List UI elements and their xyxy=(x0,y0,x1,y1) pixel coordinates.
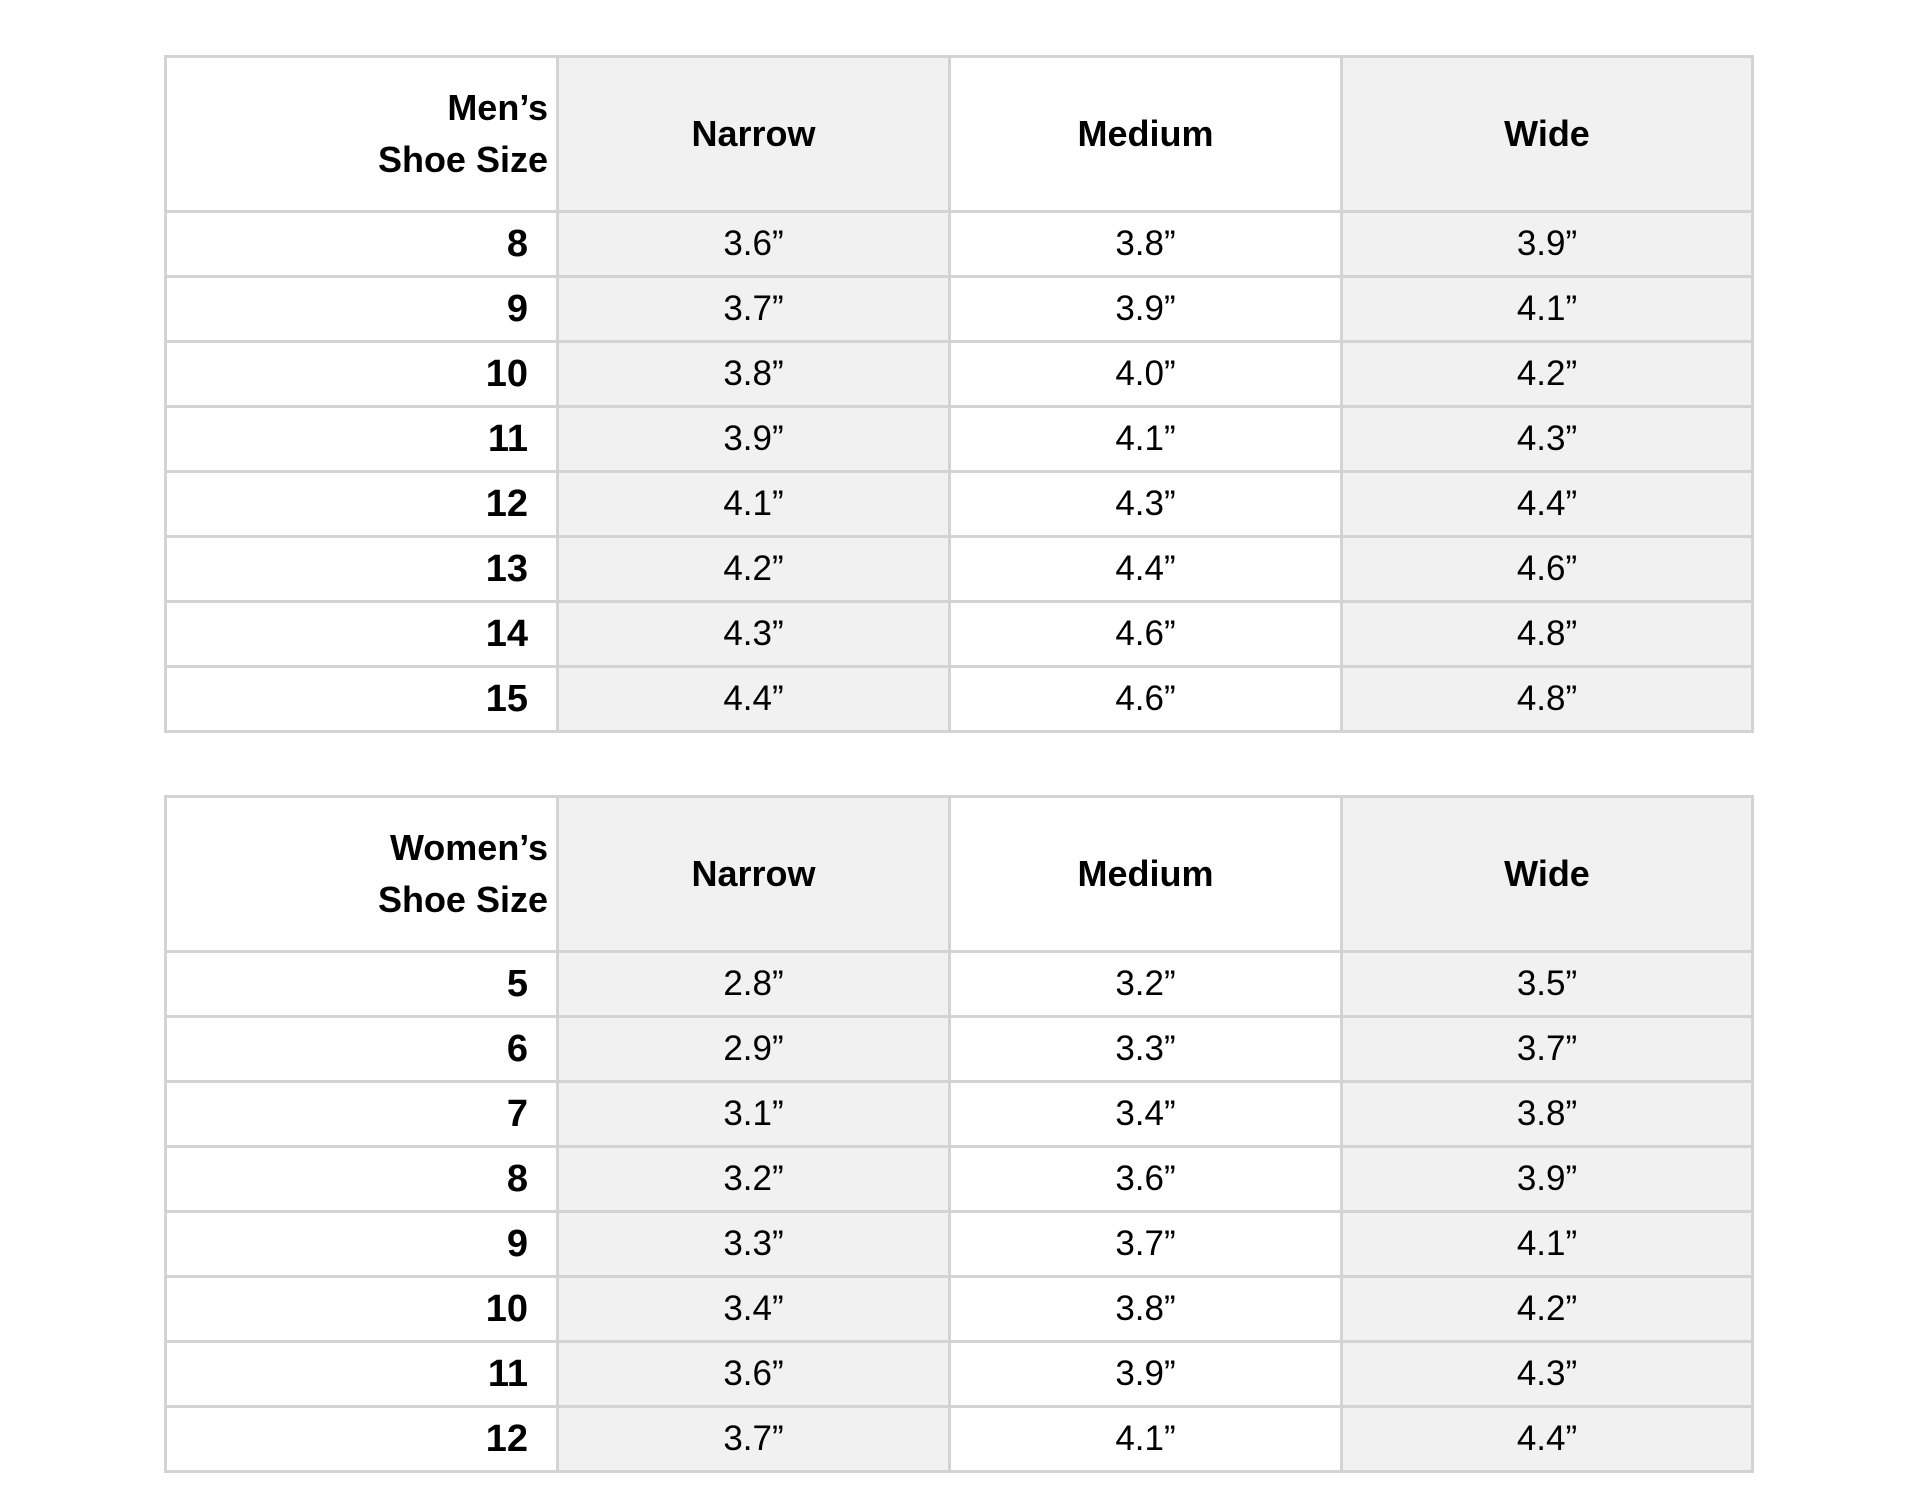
size-column-header: Men’s Shoe Size xyxy=(164,55,559,213)
medium-cell: 4.1” xyxy=(948,405,1343,473)
narrow-cell: 3.1” xyxy=(556,1080,951,1148)
table-row: 11 3.6” 3.9” 4.3” xyxy=(164,1340,1754,1408)
size-header-line1: Women’s xyxy=(389,827,548,868)
narrow-cell: 3.9” xyxy=(556,405,951,473)
table-row: 9 3.3” 3.7” 4.1” xyxy=(164,1210,1754,1278)
table-row: 7 3.1” 3.4” 3.8” xyxy=(164,1080,1754,1148)
mens-size-table: Men’s Shoe Size Narrow Medium Wide 8 3.6”… xyxy=(164,55,1754,733)
wide-cell: 4.8” xyxy=(1340,600,1754,668)
table-row: 8 3.6” 3.8” 3.9” xyxy=(164,210,1754,278)
table-row: 5 2.8” 3.2” 3.5” xyxy=(164,950,1754,1018)
size-cell: 10 xyxy=(164,1275,559,1343)
medium-cell: 3.8” xyxy=(948,210,1343,278)
narrow-cell: 3.7” xyxy=(556,275,951,343)
wide-cell: 4.1” xyxy=(1340,275,1754,343)
medium-cell: 3.8” xyxy=(948,1275,1343,1343)
table-header-row: Women’s Shoe Size Narrow Medium Wide xyxy=(164,795,1754,953)
narrow-cell: 2.9” xyxy=(556,1015,951,1083)
medium-cell: 3.3” xyxy=(948,1015,1343,1083)
table-row: 10 3.8” 4.0” 4.2” xyxy=(164,340,1754,408)
wide-cell: 4.3” xyxy=(1340,1340,1754,1408)
wide-cell: 4.4” xyxy=(1340,470,1754,538)
table-row: 15 4.4” 4.6” 4.8” xyxy=(164,665,1754,733)
wide-cell: 4.1” xyxy=(1340,1210,1754,1278)
wide-cell: 3.9” xyxy=(1340,1145,1754,1213)
narrow-cell: 4.2” xyxy=(556,535,951,603)
wide-column-header: Wide xyxy=(1340,55,1754,213)
table-row: 12 3.7” 4.1” 4.4” xyxy=(164,1405,1754,1473)
table-row: 13 4.2” 4.4” 4.6” xyxy=(164,535,1754,603)
table-row: 9 3.7” 3.9” 4.1” xyxy=(164,275,1754,343)
medium-cell: 3.4” xyxy=(948,1080,1343,1148)
size-cell: 9 xyxy=(164,1210,559,1278)
wide-cell: 4.8” xyxy=(1340,665,1754,733)
wide-cell: 4.2” xyxy=(1340,1275,1754,1343)
size-cell: 5 xyxy=(164,950,559,1018)
wide-cell: 4.3” xyxy=(1340,405,1754,473)
table-row: 11 3.9” 4.1” 4.3” xyxy=(164,405,1754,473)
size-cell: 7 xyxy=(164,1080,559,1148)
narrow-column-header: Narrow xyxy=(556,55,951,213)
medium-cell: 3.2” xyxy=(948,950,1343,1018)
medium-column-header: Medium xyxy=(948,795,1343,953)
womens-size-table: Women’s Shoe Size Narrow Medium Wide 5 2.… xyxy=(164,795,1754,1473)
narrow-cell: 3.7” xyxy=(556,1405,951,1473)
medium-cell: 4.6” xyxy=(948,600,1343,668)
size-column-header: Women’s Shoe Size xyxy=(164,795,559,953)
wide-cell: 4.4” xyxy=(1340,1405,1754,1473)
size-header-line1: Men’s xyxy=(447,87,548,128)
table-row: 8 3.2” 3.6” 3.9” xyxy=(164,1145,1754,1213)
narrow-cell: 3.3” xyxy=(556,1210,951,1278)
wide-column-header: Wide xyxy=(1340,795,1754,953)
size-cell: 15 xyxy=(164,665,559,733)
womens-table-body: 5 2.8” 3.2” 3.5” 6 2.9” 3.3” 3.7” 7 3.1” 3.4” 3.8” 8… xyxy=(164,950,1754,1473)
table-row: 10 3.4” 3.8” 4.2” xyxy=(164,1275,1754,1343)
size-cell: 6 xyxy=(164,1015,559,1083)
size-cell: 14 xyxy=(164,600,559,668)
size-cell: 11 xyxy=(164,1340,559,1408)
medium-cell: 3.9” xyxy=(948,1340,1343,1408)
mens-table-body: 8 3.6” 3.8” 3.9” 9 3.7” 3.9” 4.1” 10 3.8” 4.0” 4.2”… xyxy=(164,210,1754,733)
size-cell: 9 xyxy=(164,275,559,343)
table-header-row: Men’s Shoe Size Narrow Medium Wide xyxy=(164,55,1754,213)
medium-cell: 3.7” xyxy=(948,1210,1343,1278)
wide-cell: 3.5” xyxy=(1340,950,1754,1018)
medium-cell: 4.4” xyxy=(948,535,1343,603)
size-header-line2: Shoe Size xyxy=(377,139,548,180)
narrow-cell: 4.1” xyxy=(556,470,951,538)
narrow-cell: 3.8” xyxy=(556,340,951,408)
medium-cell: 4.3” xyxy=(948,470,1343,538)
size-header-line2: Shoe Size xyxy=(377,879,548,920)
narrow-column-header: Narrow xyxy=(556,795,951,953)
size-cell: 13 xyxy=(164,535,559,603)
size-cell: 8 xyxy=(164,210,559,278)
medium-cell: 4.1” xyxy=(948,1405,1343,1473)
size-cell: 12 xyxy=(164,1405,559,1473)
size-cell: 10 xyxy=(164,340,559,408)
wide-cell: 3.9” xyxy=(1340,210,1754,278)
narrow-cell: 3.6” xyxy=(556,1340,951,1408)
table-row: 14 4.3” 4.6” 4.8” xyxy=(164,600,1754,668)
narrow-cell: 3.6” xyxy=(556,210,951,278)
medium-cell: 4.6” xyxy=(948,665,1343,733)
wide-cell: 4.2” xyxy=(1340,340,1754,408)
size-cell: 11 xyxy=(164,405,559,473)
narrow-cell: 3.2” xyxy=(556,1145,951,1213)
narrow-cell: 4.3” xyxy=(556,600,951,668)
table-row: 6 2.9” 3.3” 3.7” xyxy=(164,1015,1754,1083)
table-row: 12 4.1” 4.3” 4.4” xyxy=(164,470,1754,538)
size-cell: 8 xyxy=(164,1145,559,1213)
wide-cell: 3.8” xyxy=(1340,1080,1754,1148)
medium-cell: 3.9” xyxy=(948,275,1343,343)
wide-cell: 4.6” xyxy=(1340,535,1754,603)
medium-cell: 3.6” xyxy=(948,1145,1343,1213)
medium-column-header: Medium xyxy=(948,55,1343,213)
wide-cell: 3.7” xyxy=(1340,1015,1754,1083)
narrow-cell: 2.8” xyxy=(556,950,951,1018)
medium-cell: 4.0” xyxy=(948,340,1343,408)
narrow-cell: 4.4” xyxy=(556,665,951,733)
narrow-cell: 3.4” xyxy=(556,1275,951,1343)
size-cell: 12 xyxy=(164,470,559,538)
